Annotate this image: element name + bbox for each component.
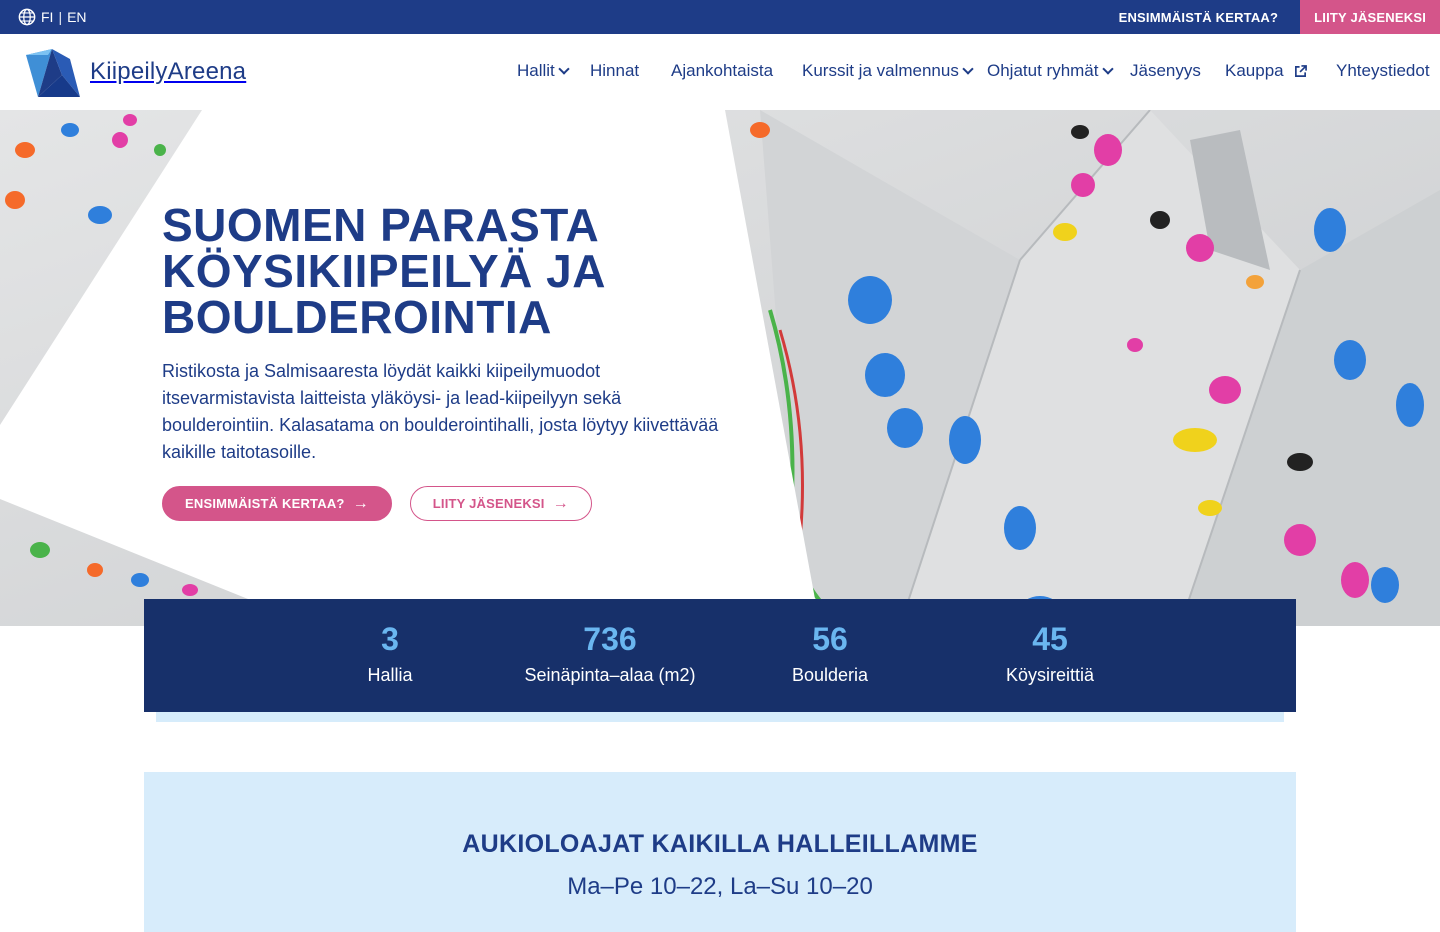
hero-content: SUOMEN PARASTA KÖYSIKIIPEILYÄ JA BOULDER… <box>162 202 732 521</box>
nav-item-ajankohtaista[interactable]: Ajankohtaista <box>671 61 773 81</box>
nav-label: Kurssit ja valmennus <box>802 61 959 80</box>
stat-item: 736 Seinäpinta–alaa (m2) <box>500 621 720 686</box>
stat-label: Köysireittiä <box>1005 665 1095 685</box>
lang-fi-link[interactable]: FI <box>41 9 53 25</box>
hero-section: SUOMEN PARASTA KÖYSIKIIPEILYÄ JA BOULDER… <box>0 110 1440 626</box>
lang-en-link[interactable]: EN <box>67 9 86 25</box>
language-switcher: FI | EN <box>18 8 87 26</box>
nav-label: Kauppa <box>1225 61 1284 80</box>
nav-label: Jäsenyys <box>1130 61 1201 80</box>
nav-label: Ajankohtaista <box>671 61 774 80</box>
stat-label: Seinäpinta–alaa (m2) <box>524 665 696 685</box>
chevron-down-icon <box>558 63 570 75</box>
chevron-down-icon <box>1101 63 1114 75</box>
join-top-button[interactable]: LIITY JÄSENEKSI <box>1300 0 1440 34</box>
nav-label: Hallit <box>517 61 555 80</box>
stat-number: 56 <box>812 621 848 657</box>
nav-item-kurssit[interactable]: Kurssit ja valmennus <box>802 61 974 81</box>
hero-title: SUOMEN PARASTA KÖYSIKIIPEILYÄ JA BOULDER… <box>162 202 732 340</box>
stats-panel: 3 Hallia 736 Seinäpinta–alaa (m2) 56 Bou… <box>144 599 1296 712</box>
globe-icon <box>18 8 36 26</box>
nav-item-hinnat[interactable]: Hinnat <box>590 61 639 81</box>
lang-separator: | <box>58 9 63 25</box>
stat-number: 45 <box>1032 621 1068 657</box>
stat-number: 3 <box>381 621 399 657</box>
hero-title-line: KÖYSIKIIPEILYÄ JA <box>162 245 606 297</box>
nav-item-yhteystiedot[interactable]: Yhteystiedot <box>1336 61 1430 81</box>
nav-item-ohjatut[interactable]: Ohjatut ryhmät <box>987 61 1114 81</box>
stat-label: Hallia <box>367 665 413 685</box>
stat-label: Boulderia <box>791 665 869 685</box>
chevron-down-icon <box>962 63 974 75</box>
external-link-icon <box>1294 64 1307 77</box>
first-time-button[interactable]: ENSIMMÄISTÄ KERTAA? → <box>162 486 392 521</box>
main-header: KiipeilyAreena Hallit Hinnat Ajankohtais… <box>0 34 1440 110</box>
arrow-right-icon: → <box>552 494 569 512</box>
stat-item: 45 Köysireittiä <box>940 621 1160 686</box>
top-bar: FI | EN ENSIMMÄISTÄ KERTAA? LIITY JÄSENE… <box>0 0 1440 34</box>
arrow-right-icon: → <box>352 494 369 512</box>
nav-label: Yhteystiedot <box>1336 61 1430 80</box>
stat-number: 736 <box>583 621 637 657</box>
main-nav: Hallit Hinnat Ajankohtaista Kurssit ja v… <box>0 34 1440 110</box>
hero-buttons: ENSIMMÄISTÄ KERTAA? → LIITY JÄSENEKSI → <box>162 486 732 521</box>
stat-item: 56 Boulderia <box>720 621 940 686</box>
nav-item-hallit[interactable]: Hallit <box>517 61 570 81</box>
hero-title-line: SUOMEN PARASTA <box>162 199 600 251</box>
stat-item: 3 Hallia <box>280 621 500 686</box>
button-label: LIITY JÄSENEKSI <box>432 496 545 511</box>
hero-title-line: BOULDEROINTIA <box>162 291 552 343</box>
hero-description: Ristikosta ja Salmisaaresta löydät kaikk… <box>162 361 719 462</box>
first-time-link[interactable]: ENSIMMÄISTÄ KERTAA? <box>1097 0 1301 34</box>
opening-hours-section: AUKIOLOAJAT KAIKILLA HALLEILLAMME Ma–Pe … <box>144 772 1296 932</box>
nav-label: Hinnat <box>590 61 640 80</box>
opening-hours-title: AUKIOLOAJAT KAIKILLA HALLEILLAMME <box>462 830 978 858</box>
join-button[interactable]: LIITY JÄSENEKSI → <box>409 486 592 521</box>
nav-label: Ohjatut ryhmät <box>987 61 1099 80</box>
nav-item-jasenyys[interactable]: Jäsenyys <box>1130 61 1201 81</box>
button-label: ENSIMMÄISTÄ KERTAA? <box>185 496 345 511</box>
opening-hours-text: Ma–Pe 10–22, La–Su 10–20 <box>567 873 873 900</box>
nav-item-kauppa[interactable]: Kauppa <box>1225 61 1307 81</box>
